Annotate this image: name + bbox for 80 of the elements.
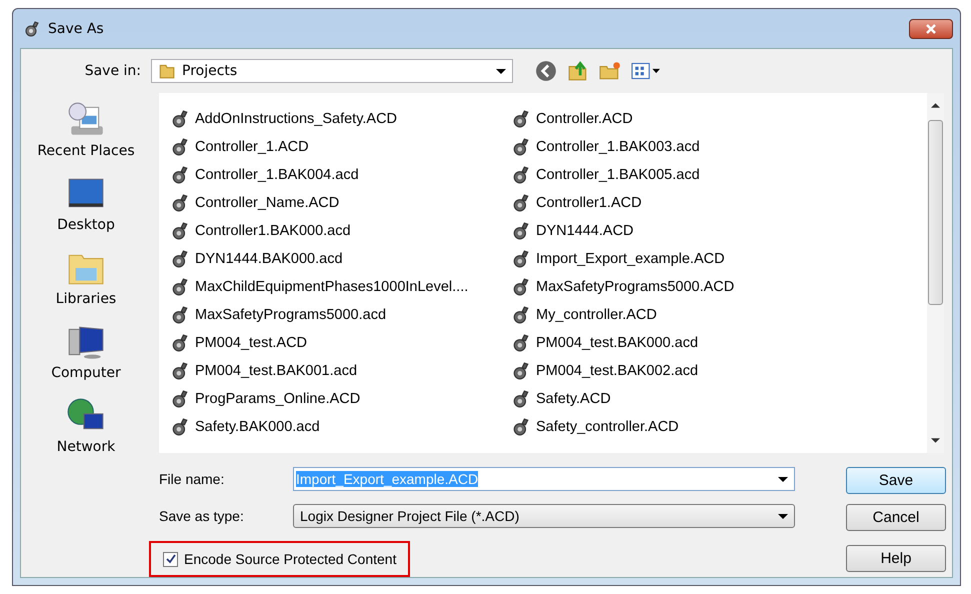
window-title: Save As (48, 20, 104, 36)
gear-file-icon (171, 110, 189, 128)
scroll-thumb[interactable] (928, 120, 943, 305)
file-item[interactable]: Controller_Name.ACD (171, 189, 512, 217)
gear-file-icon (512, 362, 530, 380)
gear-file-icon (512, 306, 530, 324)
file-item[interactable]: MaxChildEquipmentPhases1000InLevel.... (171, 273, 512, 301)
file-item[interactable]: Safety_controller.ACD (512, 413, 927, 441)
gear-file-icon (512, 334, 530, 352)
gear-file-icon (171, 194, 189, 212)
save-in-label: Save in: (84, 63, 142, 79)
checkbox[interactable] (163, 552, 178, 566)
file-item[interactable]: Controller1.ACD (512, 189, 927, 217)
caret-icon (778, 476, 788, 482)
scrollbar[interactable] (927, 93, 944, 453)
caret-icon (778, 514, 788, 518)
file-item[interactable]: Safety.BAK000.acd (171, 413, 512, 441)
file-item[interactable]: DYN1444.ACD (512, 217, 927, 245)
gear-file-icon (512, 110, 530, 128)
gear-file-icon (171, 390, 189, 408)
file-item[interactable]: Controller_1.BAK005.acd (512, 161, 927, 189)
gear-file-icon (171, 138, 189, 156)
new-folder-icon[interactable] (599, 60, 621, 82)
dialog-button[interactable]: Save (846, 467, 946, 494)
gear-file-icon (171, 278, 189, 296)
up-folder-icon[interactable] (567, 60, 589, 82)
file-name-label: File name: (159, 471, 226, 487)
place-item[interactable]: Network (56, 395, 116, 455)
gear-icon (24, 20, 40, 36)
save-in-dropdown[interactable]: Projects (151, 59, 513, 83)
folder-icon (158, 62, 176, 80)
file-item[interactable]: MaxSafetyPrograms5000.ACD (512, 273, 927, 301)
file-item[interactable]: AddOnInstructions_Safety.ACD (171, 105, 512, 133)
gear-file-icon (512, 250, 530, 268)
save-as-type-dropdown[interactable]: Logix Designer Project File (*.ACD) (293, 504, 795, 528)
back-icon[interactable] (535, 60, 557, 82)
file-item[interactable]: MaxSafetyPrograms5000.acd (171, 301, 512, 329)
scroll-up-icon[interactable] (931, 103, 940, 108)
place-item[interactable]: Libraries (56, 247, 116, 307)
file-item[interactable]: PM004_test.BAK002.acd (512, 357, 927, 385)
gear-file-icon (171, 418, 189, 436)
file-item[interactable]: ProgParams_Online.ACD (171, 385, 512, 413)
file-item[interactable]: PM004_test.BAK001.acd (171, 357, 512, 385)
dialog-button[interactable]: Cancel (846, 504, 946, 531)
gear-file-icon (171, 362, 189, 380)
file-item[interactable]: Controller_1.BAK004.acd (171, 161, 512, 189)
dialog-button[interactable]: Help (846, 545, 946, 572)
gear-file-icon (512, 278, 530, 296)
scroll-down-icon[interactable] (931, 438, 940, 443)
file-item[interactable]: My_controller.ACD (512, 301, 927, 329)
checkmark-icon (166, 554, 176, 564)
gear-file-icon (171, 222, 189, 240)
file-item[interactable]: PM004_test.BAK000.acd (512, 329, 927, 357)
place-item[interactable]: Desktop (57, 173, 115, 233)
file-item[interactable]: DYN1444.BAK000.acd (171, 245, 512, 273)
gear-file-icon (171, 166, 189, 184)
close-button[interactable] (909, 18, 953, 38)
gear-file-icon (512, 166, 530, 184)
file-item[interactable]: Import_Export_example.ACD (512, 245, 927, 273)
close-icon (926, 24, 936, 34)
gear-file-icon (512, 418, 530, 436)
gear-file-icon (512, 390, 530, 408)
file-item[interactable]: Controller_1.ACD (171, 133, 512, 161)
gear-file-icon (512, 194, 530, 212)
place-item[interactable]: Computer (51, 321, 121, 381)
gear-file-icon (171, 306, 189, 324)
gear-file-icon (512, 222, 530, 240)
gear-file-icon (171, 334, 189, 352)
option-checkbox[interactable]: Encode Source Protected Content (149, 541, 410, 577)
file-item[interactable]: Controller1.BAK000.acd (171, 217, 512, 245)
gear-file-icon (512, 138, 530, 156)
caret-icon (496, 68, 506, 74)
file-item[interactable]: Safety.ACD (512, 385, 927, 413)
file-item[interactable]: PM004_test.ACD (171, 329, 512, 357)
file-item[interactable]: Controller_1.BAK003.acd (512, 133, 927, 161)
place-item[interactable]: Recent Places (37, 99, 135, 159)
view-menu-icon[interactable] (631, 60, 661, 82)
file-item[interactable]: Controller.ACD (512, 105, 927, 133)
save-as-type-label: Save as type: (159, 508, 245, 524)
gear-file-icon (171, 250, 189, 268)
